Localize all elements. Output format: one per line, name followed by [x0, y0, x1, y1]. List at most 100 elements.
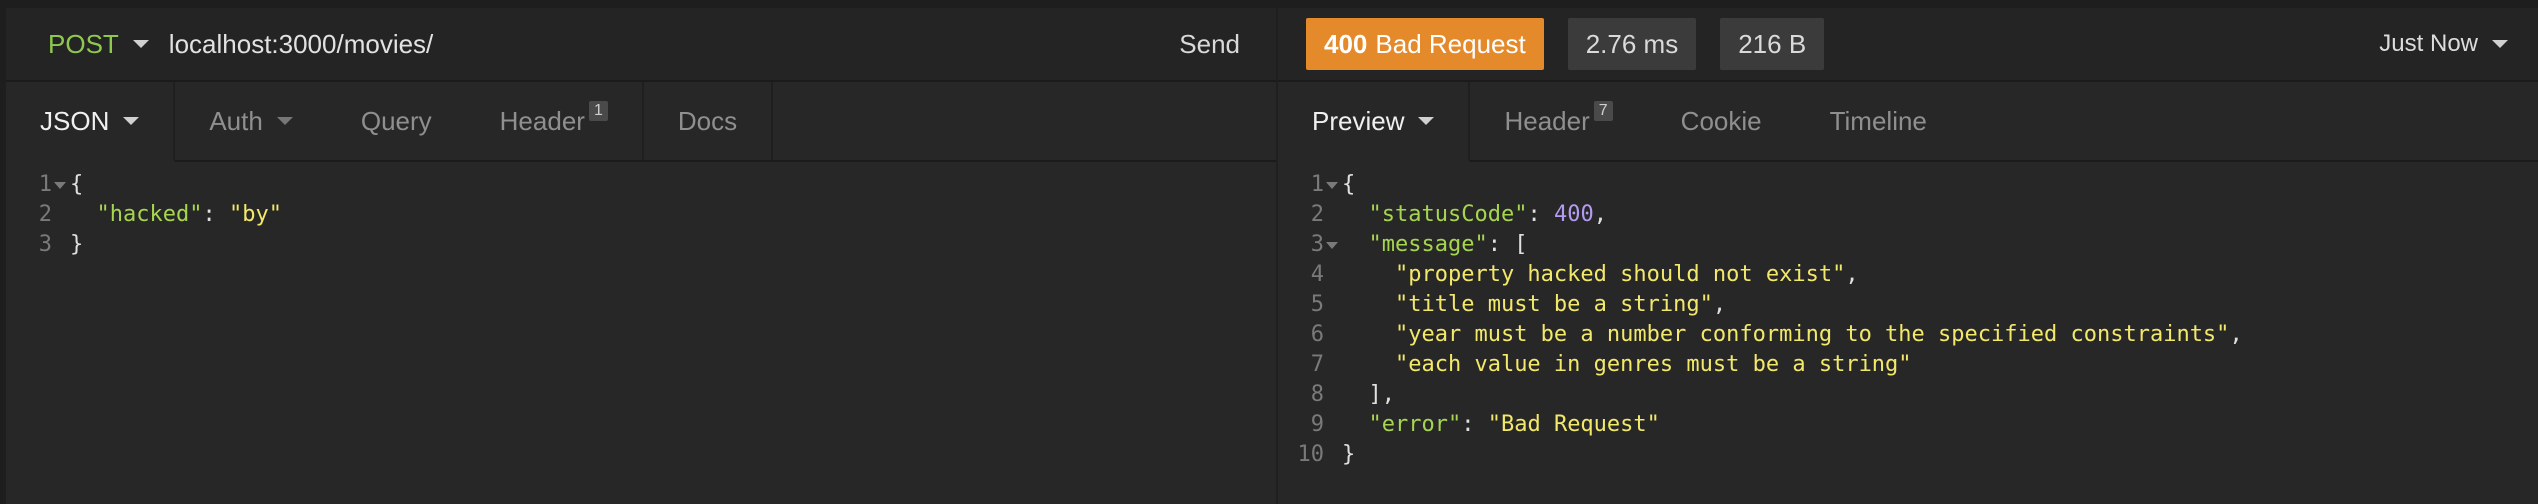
- code-line: 5 "title must be a string",: [1278, 290, 2538, 320]
- code-text: "year must be a number conforming to the…: [1340, 320, 2243, 350]
- code-token: ,: [1845, 262, 1859, 287]
- fold-caret-icon[interactable]: [52, 170, 68, 200]
- line-number: 5: [1310, 292, 1324, 317]
- code-token: }: [1342, 442, 1356, 467]
- code-line: 9 "error": "Bad Request": [1278, 410, 2538, 440]
- chevron-down-icon: [132, 40, 149, 48]
- method-dropdown[interactable]: POST: [6, 8, 163, 80]
- code-token: 400: [1553, 202, 1594, 227]
- request-url-bar: POST localhost:3000/movies/ Send: [6, 8, 1276, 82]
- line-number: 1: [1278, 170, 1340, 200]
- chevron-down-icon: [2492, 40, 2508, 48]
- tab-preview[interactable]: Preview: [1278, 82, 1471, 162]
- code-text: "message": [: [1340, 230, 1528, 260]
- request-body-editor[interactable]: 1{2 "hacked": "by" 3}: [6, 162, 1276, 260]
- tab-label: Query: [360, 105, 432, 136]
- request-pane: POST localhost:3000/movies/ Send JSON Au…: [6, 8, 1276, 504]
- code-text: ],: [1340, 380, 1395, 410]
- response-history-dropdown[interactable]: Just Now: [2379, 30, 2538, 58]
- code-line: 1{: [1278, 170, 2538, 200]
- code-token: ],: [1342, 382, 1395, 407]
- tab-query[interactable]: Query: [327, 82, 466, 160]
- chevron-down-icon: [276, 117, 293, 125]
- code-token: "property hacked should not exist": [1394, 262, 1846, 287]
- tab-json[interactable]: JSON: [6, 82, 176, 162]
- send-button[interactable]: Send: [1143, 8, 1276, 80]
- line-number: 2: [1310, 202, 1324, 227]
- response-status-bar: 400 Bad Request 2.76 ms 216 B Just Now: [1278, 8, 2538, 82]
- code-text: "statusCode": 400,: [1340, 200, 1607, 230]
- line-number: 6: [1310, 322, 1324, 347]
- response-pane: 400 Bad Request 2.76 ms 216 B Just Now P…: [1276, 8, 2538, 504]
- method-label: POST: [48, 28, 119, 59]
- code-text: "title must be a string",: [1340, 290, 1726, 320]
- code-token: "statusCode": [1368, 202, 1528, 227]
- url-input[interactable]: localhost:3000/movies/: [163, 8, 1143, 80]
- code-text: "property hacked should not exist",: [1340, 260, 1859, 290]
- line-number: 10: [1297, 442, 1325, 467]
- code-text: }: [68, 230, 83, 260]
- tab-label: Header: [1504, 105, 1590, 136]
- fold-caret-icon[interactable]: [1324, 230, 1340, 260]
- code-token: : [: [1487, 232, 1528, 257]
- chevron-down-icon: [1418, 117, 1435, 125]
- code-token: {: [70, 172, 84, 197]
- code-line: 1{: [6, 170, 1276, 200]
- line-number: 4: [1310, 262, 1324, 287]
- code-token: :: [1527, 202, 1554, 227]
- line-number: 1: [6, 170, 68, 200]
- code-text: "hacked": "by": [68, 200, 282, 230]
- code-token: {: [1342, 172, 1356, 197]
- code-text: "each value in genres must be a string": [1340, 350, 1912, 380]
- code-text: {: [1340, 170, 1355, 200]
- response-tabs: Preview Header 7 Cookie Timeline: [1278, 82, 2538, 162]
- request-tabs: JSON Auth Query Header 1 Docs: [6, 82, 1276, 162]
- code-line: 10}: [1278, 440, 2538, 470]
- tab-header[interactable]: Header 1: [466, 82, 644, 160]
- code-line: 3 "message": [: [1278, 230, 2538, 260]
- header-count-badge: 7: [1593, 101, 1613, 121]
- code-token: "title must be a string": [1394, 292, 1713, 317]
- tab-label: Header: [499, 105, 585, 136]
- code-token: "by": [228, 202, 282, 227]
- code-token: :: [1461, 412, 1488, 437]
- tab-label: Cookie: [1680, 105, 1762, 136]
- status-text: Bad Request: [1375, 28, 1526, 59]
- fold-caret-icon[interactable]: [1324, 170, 1340, 200]
- status-code: 400: [1324, 28, 1368, 59]
- code-token: "Bad Request": [1487, 412, 1660, 437]
- status-badge: 400 Bad Request: [1306, 18, 1544, 70]
- api-client-window: POST localhost:3000/movies/ Send JSON Au…: [0, 0, 2538, 504]
- tab-timeline[interactable]: Timeline: [1796, 82, 1961, 160]
- code-token: "error": [1368, 412, 1462, 437]
- code-line: 2 "statusCode": 400,: [1278, 200, 2538, 230]
- tab-label: Docs: [677, 105, 738, 136]
- code-token: ,: [1593, 202, 1607, 227]
- line-number: 2: [38, 202, 52, 227]
- line-number: 8: [1310, 382, 1324, 407]
- code-token: }: [70, 232, 84, 257]
- code-line: 6 "year must be a number conforming to t…: [1278, 320, 2538, 350]
- tab-response-header[interactable]: Header 7: [1470, 82, 1646, 160]
- response-time-badge: 2.76 ms: [1567, 18, 1697, 70]
- code-text: }: [1340, 440, 1355, 470]
- code-token: "year must be a number conforming to the…: [1394, 322, 2230, 347]
- response-size-badge: 216 B: [1720, 18, 1825, 70]
- tab-label: Timeline: [1829, 105, 1927, 136]
- code-text: "error": "Bad Request": [1340, 410, 1660, 440]
- tab-label: JSON: [40, 105, 110, 136]
- tab-auth[interactable]: Auth: [175, 82, 327, 160]
- code-line: 2 "hacked": "by": [6, 200, 1276, 230]
- code-token: "message": [1368, 232, 1488, 257]
- tab-cookie[interactable]: Cookie: [1647, 82, 1796, 160]
- tab-label: Preview: [1312, 105, 1405, 136]
- tab-docs[interactable]: Docs: [644, 82, 774, 160]
